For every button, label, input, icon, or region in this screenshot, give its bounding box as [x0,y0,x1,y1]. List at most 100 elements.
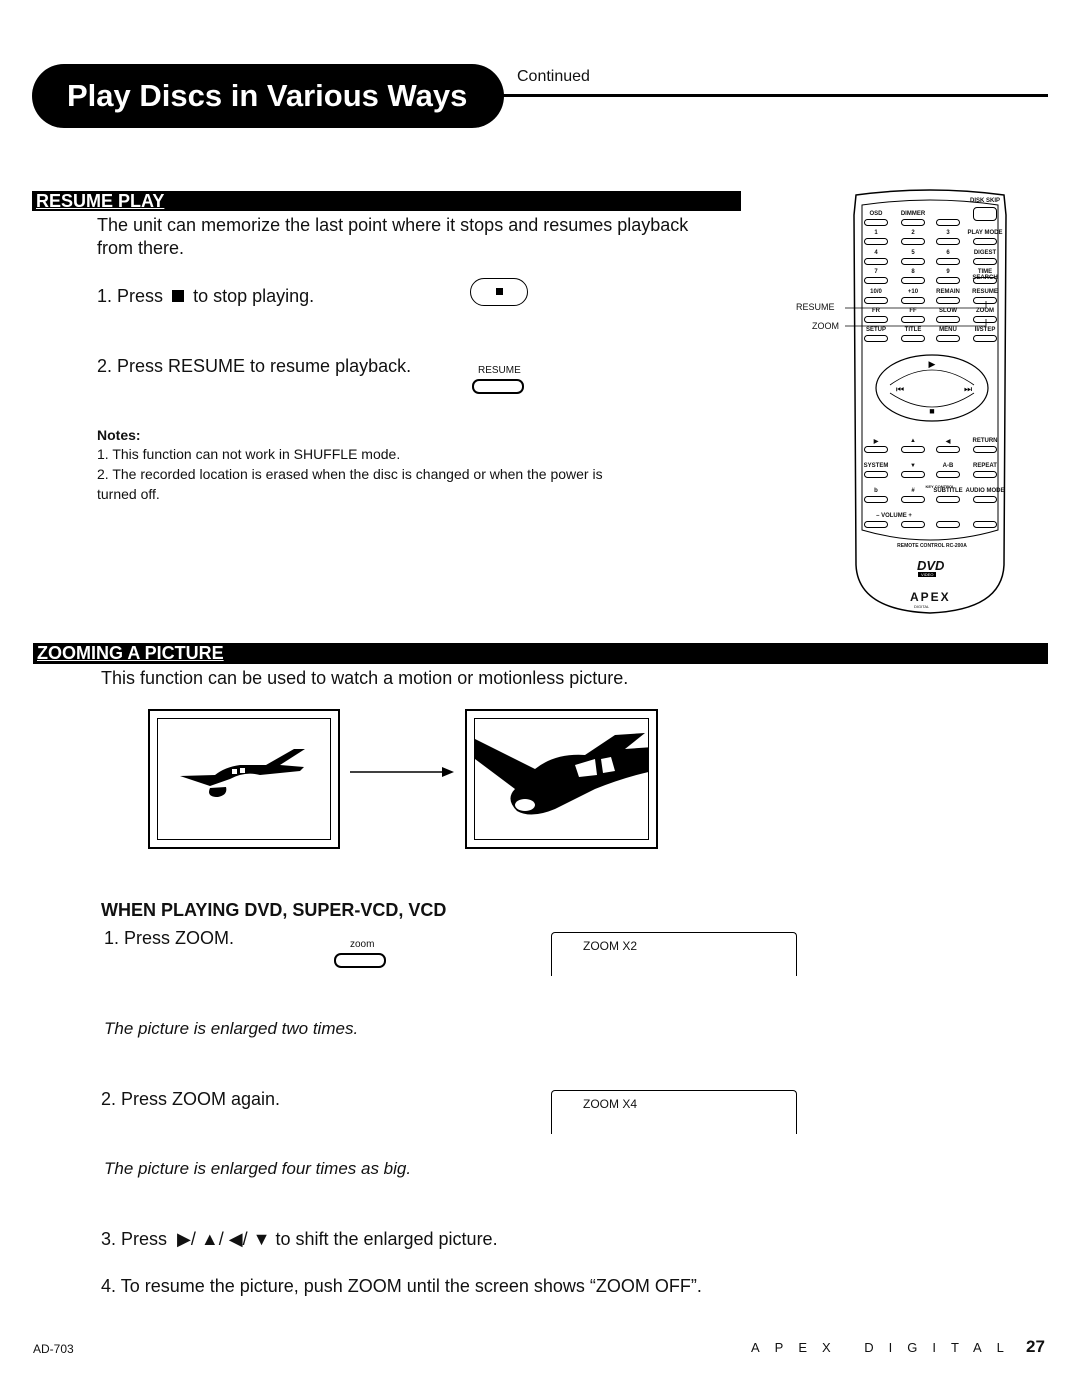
remote-key-label: 8 [911,269,915,275]
remote-key [973,335,997,342]
zoom-step-1: 1. Press ZOOM. [104,928,235,948]
remote-key-label: 1 [874,230,878,236]
svg-text:■: ■ [929,406,934,416]
remote-key [936,258,960,265]
step1-suffix: to stop playing. [193,286,315,306]
remote-key [901,277,925,284]
zoom-step-4: 4. To resume the picture, push ZOOM unti… [101,1276,702,1296]
remote-key [864,258,888,265]
remote-key [936,316,960,323]
remote-key [901,335,925,342]
remote-key [864,277,888,284]
remote-key-label: ▶ [873,439,879,445]
apex-logo: APEX [910,590,951,604]
remote-key [901,496,925,503]
resume-button-label: RESUME [478,365,521,376]
resume-step-2: 2. Press RESUME to resume playback. [97,356,412,376]
remote-key [973,496,997,503]
remote-key [936,238,960,245]
key-control-label: KEY CONTROL [925,484,955,489]
zoom-caption-2: The picture is enlarged four times as bi… [104,1159,412,1178]
remote-key [973,258,997,265]
continued-label: Continued [517,68,590,85]
down-arrow-icon: ▼ [247,1229,271,1249]
remote-key [973,446,997,453]
remote-key [901,258,925,265]
remote-key [901,316,925,323]
zoom-step-3: 3. Press ▶/ ▲/ ◀/ ▼ to shift the enlarge… [101,1228,498,1251]
airplane-small-icon [180,749,305,797]
remote-key [973,207,997,221]
remote-key-label: 9 [946,269,950,275]
remote-key-label: MENU [939,327,957,333]
remote-key-label: 4 [874,250,878,256]
step3-prefix: 3. Press [101,1229,168,1249]
remote-key-label: REPEAT [973,463,997,469]
apex-digital-logo: DIGITAL [914,604,930,609]
title-rule [500,94,1048,97]
remote-key [936,219,960,226]
note-1: 1. This function can not work in SHUFFLE… [97,446,401,462]
remote-key-label: ▲ [910,438,916,444]
manual-page: Play Discs in Various Ways Continued RES… [0,0,1080,1397]
remote-key-label: 2 [911,230,915,236]
remote-key-label: ▼ [910,463,916,469]
zoom-button-label: zoom [350,939,375,950]
svg-text:⏮: ⏮ [896,384,904,394]
remote-key [973,521,997,528]
remote-key [864,521,888,528]
remote-key-label: 5 [911,250,915,256]
remote-key-label: +10 [907,289,919,295]
remote-key [864,446,888,453]
remote-key [901,297,925,304]
remote-key-label: PLAY MODE [967,230,1003,236]
zoom-x2-screen: ZOOM X2 [551,932,797,976]
zoom-x4-screen: ZOOM X4 [551,1090,797,1134]
svg-text:▶: ▶ [929,359,936,369]
callout-zoom: ZOOM [812,321,839,331]
zoom-x2-text: ZOOM X2 [583,939,638,953]
zoom-button-illustration [334,953,386,968]
remote-key-label: OSD [869,211,883,217]
remote-key-label: TITLE [904,327,922,333]
remote-key [936,297,960,304]
remote-model-label: REMOTE CONTROL RC-200A [897,543,967,549]
svg-text:⏭: ⏭ [964,384,972,394]
remote-key [901,471,925,478]
zooming-heading: ZOOMING A PICTURE [33,643,1048,664]
remote-key [864,238,888,245]
remote-control-illustration: ▶ ■ ⏮ ⏭ RESUME ZOOM OSD DIMMER DISK SKIP 1 2… [790,185,1020,625]
remote-key-label: b [874,488,878,494]
footer-brand: APEX DIGITAL [751,1340,1019,1355]
zoomed-picture-frame [465,709,658,849]
page-number: 27 [1026,1337,1045,1356]
remote-key [864,316,888,323]
remote-key [901,521,925,528]
remote-key-label: 6 [946,250,950,256]
remote-key [973,277,997,284]
remote-key [936,446,960,453]
remote-key [936,471,960,478]
remote-key-label: FR [872,308,880,314]
step3-suffix: to shift the enlarged picture. [275,1229,498,1249]
remote-key [936,496,960,503]
remote-key-label: DIMMER [900,211,926,217]
right-arrow-icon: ▶/ [172,1229,196,1249]
remote-key-label: RETURN [972,438,998,444]
remote-key [864,297,888,304]
remote-key [936,277,960,284]
resume-intro-1: The unit can memorize the last point whe… [97,215,689,235]
remote-key-label: – VOLUME + [876,513,912,519]
remote-key [973,316,997,323]
up-arrow-icon: ▲/ [195,1229,224,1249]
remote-key [864,471,888,478]
zoom-caption-1: The picture is enlarged two times. [104,1019,359,1038]
stop-button-illustration [470,278,528,306]
resume-play-heading: RESUME PLAY [32,191,741,211]
resume-step-1: 1. Press to stop playing. [97,285,314,308]
remote-key [973,238,997,245]
note-2-line-2: turned off. [97,486,160,502]
step1-prefix: 1. Press [97,286,164,306]
remote-key [901,238,925,245]
remote-key-label: SLOW [939,308,957,314]
